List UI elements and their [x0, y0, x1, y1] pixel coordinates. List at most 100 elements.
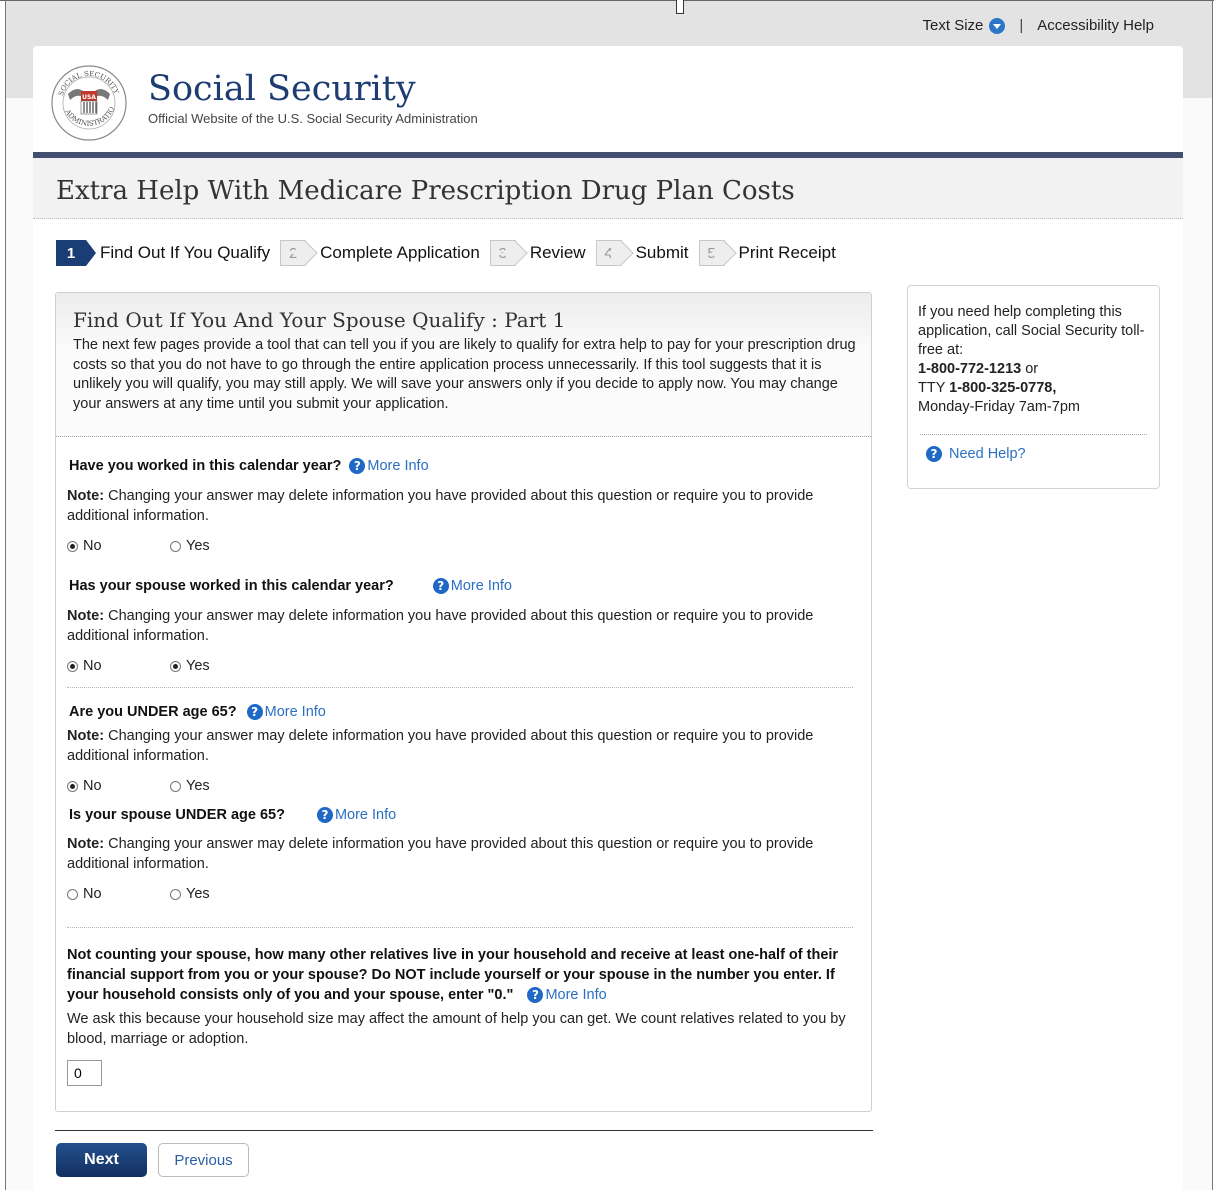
question-text: Has your spouse worked in this calendar …	[69, 578, 394, 594]
help-tty: 1-800-325-0778,	[949, 380, 1057, 396]
chevron-down-icon[interactable]	[989, 17, 1006, 34]
note-label: Note:	[67, 836, 105, 852]
question-text: Is your spouse UNDER age 65?	[69, 807, 285, 823]
divider	[67, 687, 853, 688]
radio-yes[interactable]: Yes	[170, 778, 273, 794]
more-info-label: More Info	[450, 578, 512, 594]
radio-label: No	[83, 658, 102, 674]
help-phone: 1-800-772-1213	[918, 361, 1022, 377]
step-label: Print Receipt	[738, 243, 836, 262]
radio-group-spouse-under-65: No Yes	[67, 886, 273, 902]
step-label: Review	[529, 243, 586, 262]
radio-button[interactable]	[67, 540, 78, 552]
radio-group-worked: No Yes	[67, 538, 273, 554]
more-info-link[interactable]: ? More Info	[246, 704, 326, 720]
step-4: 4 Submit	[595, 240, 689, 266]
radio-label: Yes	[186, 658, 210, 674]
help-text: If you need help completing this applica…	[918, 303, 1148, 417]
question-worked: Have you worked in this calendar year? ?…	[69, 458, 429, 474]
help-icon: ?	[349, 458, 366, 474]
radio-button[interactable]	[170, 780, 181, 792]
help-hours: Monday-Friday 7am-7pm	[918, 399, 1080, 415]
note-label: Note:	[67, 488, 105, 504]
help-tty-label: TTY	[918, 380, 950, 396]
step-number: 1	[56, 240, 96, 266]
help-phone-line: 1-800-772-1213 or	[918, 360, 1148, 379]
note-text: Changing your answer may delete informat…	[67, 608, 814, 644]
radio-no[interactable]: No	[67, 778, 170, 794]
site-brand[interactable]: SOCIAL SECURITY ADMINISTRATION USA Socia…	[50, 64, 478, 142]
more-info-link[interactable]: ? More Info	[527, 985, 607, 1005]
radio-yes[interactable]: Yes	[170, 538, 273, 554]
radio-label: No	[83, 778, 102, 794]
household-count-input[interactable]	[67, 1060, 102, 1086]
radio-label: No	[83, 886, 102, 902]
text-size-label: Text Size	[922, 17, 984, 34]
need-help-link[interactable]: ? Need Help?	[926, 446, 1026, 462]
previous-button[interactable]: Previous	[158, 1143, 249, 1177]
note: Note: Changing your answer may delete in…	[67, 727, 847, 766]
help-tty-line: TTY 1-800-325-0778,	[918, 379, 1148, 398]
window-frame-left	[5, 0, 6, 1190]
help-icon: ?	[246, 704, 263, 720]
radio-no[interactable]: No	[67, 538, 170, 554]
radio-no[interactable]: No	[67, 658, 170, 674]
progress-steps: 1 Find Out If You Qualify 2 Complete App…	[56, 240, 846, 266]
more-info-label: More Info	[334, 807, 397, 823]
more-info-link[interactable]: ? More Info	[316, 807, 397, 823]
step-1: 1 Find Out If You Qualify	[56, 240, 270, 266]
window-frame-right	[1212, 0, 1213, 1190]
need-help-label: Need Help?	[949, 446, 1026, 462]
radio-button[interactable]	[170, 540, 181, 552]
radio-yes[interactable]: Yes	[170, 886, 273, 902]
radio-group-spouse-worked: No Yes	[67, 658, 273, 674]
radio-no[interactable]: No	[67, 886, 170, 902]
help-icon: ?	[527, 987, 544, 1003]
help-intro: If you need help completing this applica…	[918, 304, 1145, 358]
more-info-link[interactable]: ? More Info	[432, 578, 512, 594]
radio-label: Yes	[186, 886, 210, 902]
next-button[interactable]: Next	[56, 1143, 147, 1177]
step-2: 2 Complete Application	[280, 240, 480, 266]
question-spouse-worked: Has your spouse worked in this calendar …	[69, 578, 512, 594]
note-label: Note:	[67, 608, 105, 624]
step-number: 3	[489, 240, 516, 266]
step-number: 5	[698, 240, 725, 266]
step-number: 4	[595, 240, 622, 266]
household-explanation: We ask this because your household size …	[67, 1011, 846, 1047]
step-label: Submit	[635, 243, 689, 262]
radio-button[interactable]	[67, 780, 78, 792]
question-household: Not counting your spouse, how many other…	[67, 945, 862, 1005]
note-label: Note:	[67, 728, 105, 744]
note: Note: Changing your answer may delete in…	[67, 487, 847, 526]
text-size-control[interactable]: Text Size	[923, 17, 1006, 34]
note: Note: Changing your answer may delete in…	[67, 607, 847, 646]
more-info-link[interactable]: ? More Info	[349, 458, 429, 474]
step-label: Find Out If You Qualify	[100, 243, 271, 262]
step-5: 5 Print Receipt	[698, 240, 836, 266]
help-or: or	[1021, 361, 1039, 377]
radio-button[interactable]	[67, 888, 78, 900]
accessibility-help-link[interactable]: Accessibility Help	[1037, 17, 1154, 34]
ssa-seal-logo: SOCIAL SECURITY ADMINISTRATION USA	[50, 64, 127, 141]
note-text: Changing your answer may delete informat…	[67, 836, 814, 872]
utility-separator: |	[1019, 17, 1024, 34]
utility-bar: Text Size | Accessibility Help	[923, 17, 1154, 34]
radio-label: Yes	[186, 538, 210, 554]
step-3: 3 Review	[489, 240, 586, 266]
note-text: Changing your answer may delete informat…	[67, 488, 814, 524]
radio-button[interactable]	[170, 888, 181, 900]
more-info-label: More Info	[264, 704, 326, 720]
note-text: Changing your answer may delete informat…	[67, 728, 814, 764]
divider	[67, 927, 853, 928]
radio-button[interactable]	[170, 660, 181, 672]
window-handle	[676, 0, 684, 14]
radio-yes[interactable]: Yes	[170, 658, 273, 674]
step-label: Complete Application	[320, 243, 480, 262]
radio-button[interactable]	[67, 660, 78, 672]
divider	[920, 434, 1147, 435]
help-icon: ?	[432, 578, 449, 594]
note: Note: Changing your answer may delete in…	[67, 835, 847, 874]
question-text: Have you worked in this calendar year?	[69, 458, 342, 474]
radio-label: Yes	[186, 778, 210, 794]
